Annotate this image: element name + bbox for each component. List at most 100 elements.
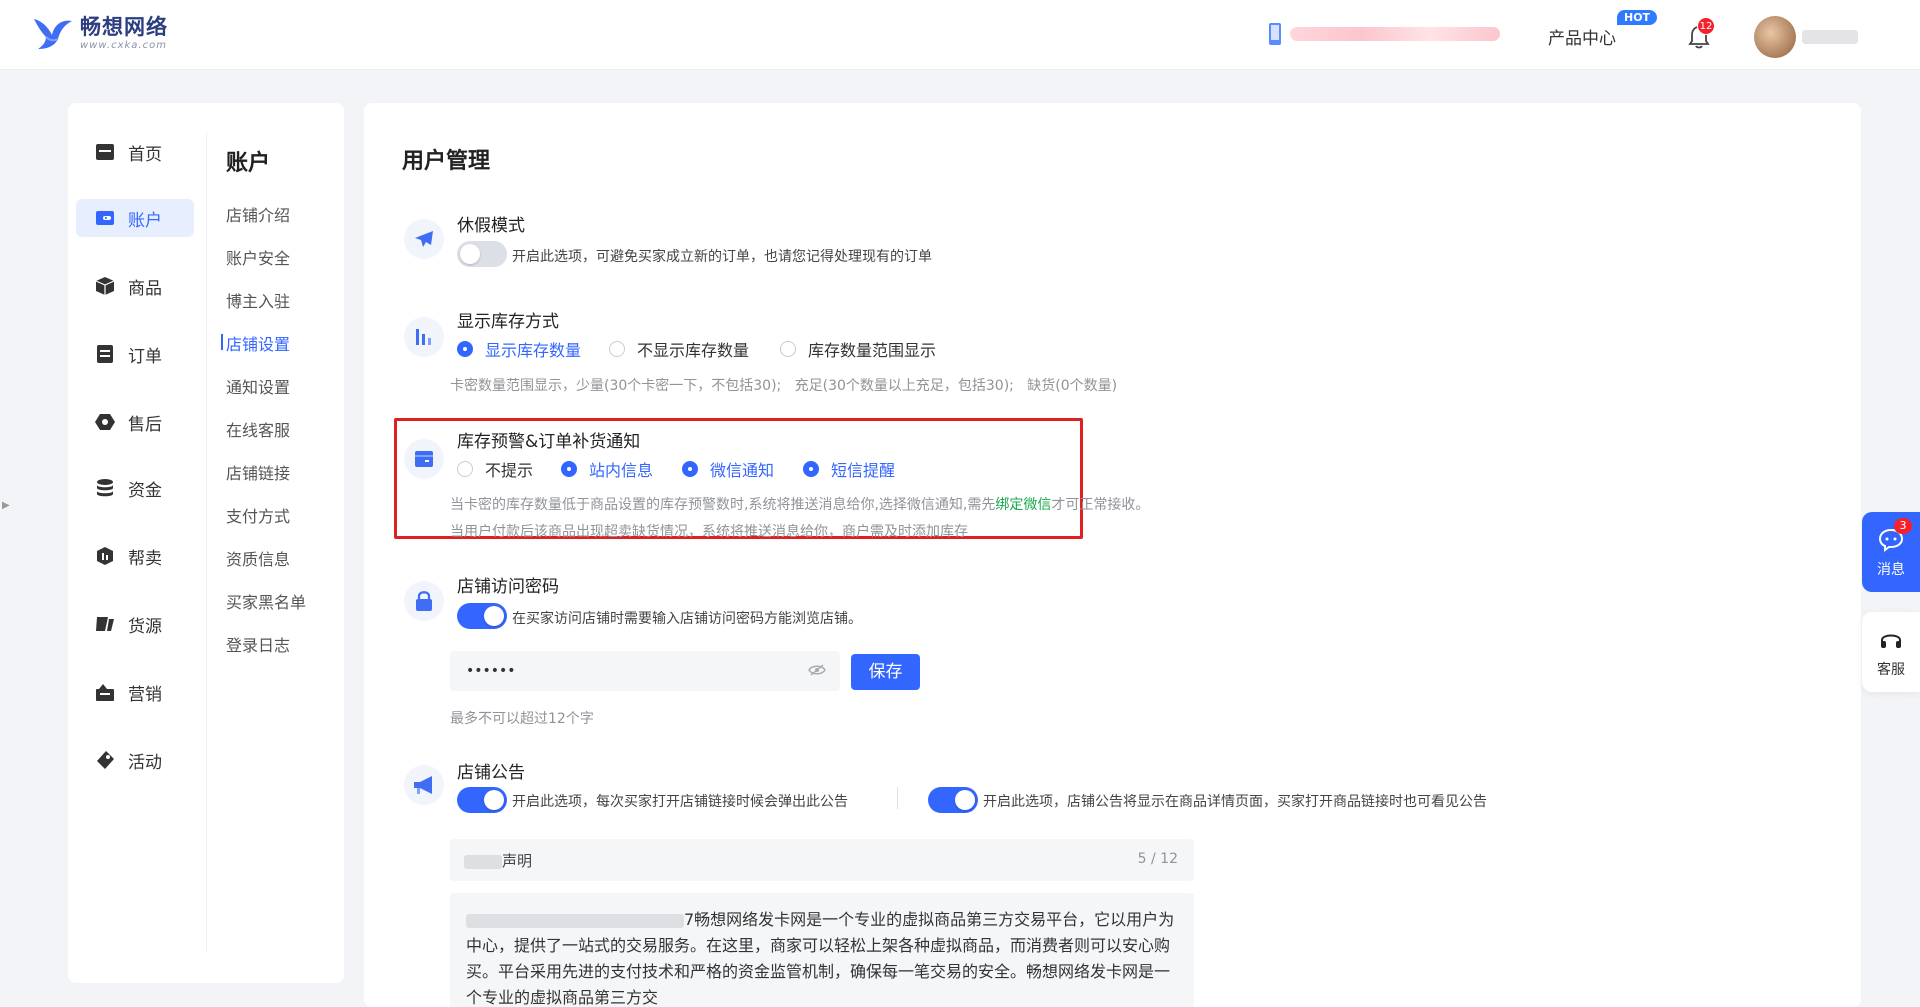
shop-password-input[interactable]: •••••• <box>450 651 840 691</box>
submenu-item-login-log[interactable]: 登录日志 <box>226 632 290 656</box>
supply-icon <box>96 617 114 631</box>
shop-password-desc: 在买家访问店铺时需要输入店铺访问密码方能浏览店铺。 <box>512 611 862 627</box>
submenu-item-account-security[interactable]: 账户安全 <box>226 245 290 269</box>
phone-number-blurred <box>1290 27 1500 41</box>
submenu-item-payment[interactable]: 支付方式 <box>226 503 290 527</box>
shop-password-toggle[interactable] <box>457 603 507 629</box>
username-blurred <box>1802 30 1858 44</box>
top-header: 畅想网络 www.cxka.com 产品中心 HOT 12 <box>0 0 1920 70</box>
avatar[interactable] <box>1754 16 1796 58</box>
shop-password-title: 店铺访问密码 <box>457 577 559 597</box>
submenu-item-online-service[interactable]: 在线客服 <box>226 417 290 441</box>
nav-item-home[interactable]: 首页 <box>76 133 194 171</box>
message-float-button[interactable]: 3 消息 <box>1862 512 1920 592</box>
brand-name: 畅想网络 <box>80 15 168 39</box>
announcement-section-icon <box>404 765 444 805</box>
nav-item-products[interactable]: 商品 <box>76 267 194 305</box>
nav-label: 账户 <box>128 210 162 231</box>
submenu-item-shop-link[interactable]: 店铺链接 <box>226 460 290 484</box>
nav-item-supply[interactable]: 货源 <box>76 605 194 643</box>
nav-divider <box>206 133 207 953</box>
nav-label: 帮卖 <box>128 548 162 569</box>
submenu-item-qualification[interactable]: 资质信息 <box>226 546 290 570</box>
toggle-separator <box>897 787 898 809</box>
headset-icon <box>1881 634 1901 648</box>
nav-item-orders[interactable]: 订单 <box>76 335 194 373</box>
nav-item-activity[interactable]: 活动 <box>76 741 194 779</box>
vacation-toggle[interactable] <box>457 241 507 267</box>
submenu-item-blogger[interactable]: 博主入驻 <box>226 288 290 312</box>
shop-password-section-icon <box>404 581 444 621</box>
announcement-body-textarea[interactable]: 7畅想网络发卡网是一个专业的虚拟商品第三方交易平台，它以用户为中心，提供了一站式… <box>450 893 1194 1007</box>
announcement-popup-toggle[interactable] <box>457 787 507 813</box>
save-button[interactable]: 保存 <box>851 654 920 690</box>
brand-logo[interactable]: 畅想网络 www.cxka.com <box>32 14 168 51</box>
page-title: 用户管理 <box>402 149 491 174</box>
radio-no-notify[interactable]: 不提示 <box>457 457 533 481</box>
stock-display-section-icon <box>404 317 444 357</box>
brand-url: www.cxka.com <box>80 40 167 51</box>
nav-label: 营销 <box>128 684 162 705</box>
vacation-title: 休假模式 <box>457 216 525 236</box>
marketing-icon <box>96 684 114 701</box>
radio-site-message[interactable]: 站内信息 <box>561 457 653 481</box>
eye-hidden-icon[interactable] <box>808 663 826 677</box>
nav-label: 资金 <box>128 480 162 501</box>
phone-icon <box>1269 23 1281 45</box>
nav-item-helpsell[interactable]: 帮卖 <box>76 537 194 575</box>
customer-service-float-button[interactable]: 客服 <box>1862 612 1920 692</box>
announcement-title: 店铺公告 <box>457 763 525 783</box>
nav-label: 商品 <box>128 278 162 299</box>
announcement-detail-toggle[interactable] <box>928 787 978 813</box>
stock-alert-hint-2: 当用户付款后该商品出现超卖缺货情况，系统将推送消息给你，商户需及时添加库存 <box>450 524 968 540</box>
stock-alert-hint-1: 当卡密的库存数量低于商品设置的库存预警数时,系统将推送消息给你,选择微信通知,需… <box>450 497 1150 513</box>
nav-item-marketing[interactable]: 营销 <box>76 673 194 711</box>
message-label: 消息 <box>1877 562 1905 578</box>
customer-service-label: 客服 <box>1877 662 1905 678</box>
submenu-item-shop-intro[interactable]: 店铺介绍 <box>226 202 290 226</box>
stock-alert-section-icon <box>404 439 444 479</box>
order-icon <box>97 345 113 363</box>
activity-icon <box>97 751 114 769</box>
wallet-icon <box>96 211 114 225</box>
nav-item-account[interactable]: 账户 <box>76 199 194 237</box>
lock-icon <box>416 591 432 611</box>
shop-password-hint: 最多不可以超过12个字 <box>450 711 594 727</box>
nav-label: 订单 <box>128 346 162 367</box>
nav-item-aftersale[interactable]: 售后 <box>76 403 194 441</box>
announcement-detail-desc: 开启此选项，店铺公告将显示在商品详情页面，买家打开商品链接时也可看见公告 <box>983 794 1487 810</box>
coins-icon <box>97 479 113 497</box>
radio-sms-notify[interactable]: 短信提醒 <box>803 457 895 481</box>
collapse-arrow-icon[interactable]: ▶ <box>2 500 10 511</box>
megaphone-icon <box>414 776 432 794</box>
radio-stock-range[interactable]: 库存数量范围显示 <box>780 337 936 361</box>
stock-display-title: 显示库存方式 <box>457 312 559 332</box>
blurred-text <box>466 913 684 928</box>
bird-logo-icon <box>34 18 72 49</box>
product-center-link[interactable]: 产品中心 <box>1548 24 1616 49</box>
bar-chart-icon <box>416 329 431 345</box>
nav-item-funds[interactable]: 资金 <box>76 469 194 507</box>
nav-label: 售后 <box>128 414 162 435</box>
hot-badge: HOT <box>1617 10 1658 25</box>
announcement-title-input[interactable]: 声明 5 / 12 <box>450 839 1194 881</box>
calendar-icon <box>415 451 433 467</box>
bind-wechat-link[interactable]: 绑定微信 <box>995 497 1051 513</box>
aftersale-icon <box>95 414 115 430</box>
stock-alert-title: 库存预警&订单补货通知 <box>457 432 641 452</box>
submenu-title: 账户 <box>226 151 271 176</box>
radio-show-stock[interactable]: 显示库存数量 <box>457 337 581 361</box>
message-count-badge: 3 <box>1894 518 1912 534</box>
vacation-desc: 开启此选项，可避免买家成立新的订单，也请您记得处理现有的订单 <box>512 249 932 265</box>
helpsell-icon <box>97 547 113 565</box>
radio-wechat-notify[interactable]: 微信通知 <box>682 457 774 481</box>
submenu-item-shop-settings[interactable]: 店铺设置 <box>220 331 290 355</box>
vacation-section-icon <box>404 219 444 259</box>
announcement-popup-desc: 开启此选项，每次买家打开店铺链接时候会弹出此公告 <box>512 794 848 810</box>
nav-label: 活动 <box>128 752 162 773</box>
submenu-item-notification-settings[interactable]: 通知设置 <box>226 374 290 398</box>
submenu-item-blacklist[interactable]: 买家黑名单 <box>226 589 306 613</box>
blurred-text <box>464 854 502 869</box>
notification-count-badge: 12 <box>1697 17 1715 35</box>
radio-hide-stock[interactable]: 不显示库存数量 <box>609 337 749 361</box>
